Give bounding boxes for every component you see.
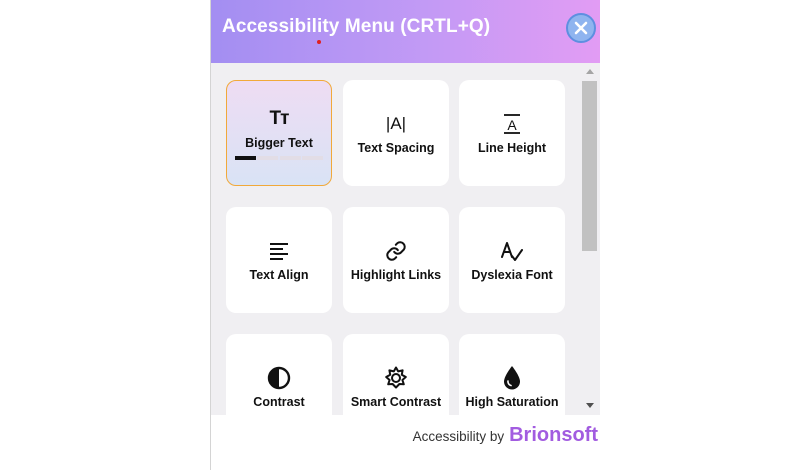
- line-height-icon: A: [502, 111, 522, 137]
- text-size-icon: Tт: [269, 106, 290, 132]
- card-label: Text Spacing: [357, 141, 435, 155]
- footer-credit: Accessibility by Brionsoft: [413, 424, 598, 447]
- text-align-icon: [269, 238, 289, 264]
- contrast-card[interactable]: Contrast: [226, 334, 332, 415]
- vertical-scrollbar[interactable]: [580, 63, 600, 415]
- panel-footer: Accessibility by Brionsoft: [211, 415, 600, 470]
- dyslexia-font-icon: [500, 238, 524, 264]
- scroll-thumb[interactable]: [582, 81, 597, 251]
- panel-header: Accessibility Menu (CRTL+Q): [211, 0, 600, 63]
- text-size-glyph: Tт: [269, 108, 290, 129]
- level-segment: [235, 156, 256, 160]
- card-label: Dyslexia Font: [471, 268, 553, 282]
- text-spacing-card[interactable]: |A| Text Spacing: [343, 80, 449, 186]
- footer-prefix: Accessibility by: [412, 429, 505, 444]
- notification-dot: [317, 40, 321, 44]
- link-icon: [385, 238, 407, 264]
- smart-contrast-card[interactable]: Smart Contrast: [343, 334, 449, 415]
- high-saturation-card[interactable]: High Saturation: [459, 334, 565, 415]
- card-label: Text Align: [249, 268, 309, 282]
- highlight-links-card[interactable]: Highlight Links: [343, 207, 449, 313]
- card-label: Contrast: [253, 395, 305, 409]
- brand-link[interactable]: Brionsoft: [509, 424, 598, 447]
- panel-title: Accessibility Menu (CRTL+Q): [222, 16, 491, 37]
- level-segment: [257, 156, 279, 160]
- card-label: Highlight Links: [350, 268, 442, 282]
- card-label: Bigger Text: [245, 136, 313, 150]
- text-size-level-indicator: [235, 156, 323, 160]
- text-spacing-icon: |A|: [386, 111, 406, 137]
- close-icon: [574, 21, 588, 35]
- smart-contrast-icon: [384, 365, 408, 391]
- scroll-down-arrow[interactable]: [586, 403, 594, 408]
- card-label: Line Height: [477, 141, 547, 155]
- level-segment: [279, 156, 301, 160]
- line-height-card[interactable]: A Line Height: [459, 80, 565, 186]
- options-grid: Tт Bigger Text |A| Text Spacing A Line H…: [211, 63, 600, 415]
- svg-text:A: A: [507, 117, 517, 133]
- card-label: High Saturation: [465, 395, 559, 409]
- contrast-icon: [267, 365, 291, 391]
- accessibility-panel: Accessibility Menu (CRTL+Q) Tт Bigger Te…: [210, 0, 600, 470]
- scroll-up-arrow[interactable]: [586, 69, 594, 74]
- dyslexia-font-card[interactable]: Dyslexia Font: [459, 207, 565, 313]
- text-spacing-glyph: |A|: [385, 114, 407, 133]
- bigger-text-card[interactable]: Tт Bigger Text: [226, 80, 332, 186]
- level-segment: [301, 156, 323, 160]
- card-label: Smart Contrast: [350, 395, 442, 409]
- saturation-drop-icon: [502, 365, 522, 391]
- close-button[interactable]: [566, 13, 596, 43]
- text-align-card[interactable]: Text Align: [226, 207, 332, 313]
